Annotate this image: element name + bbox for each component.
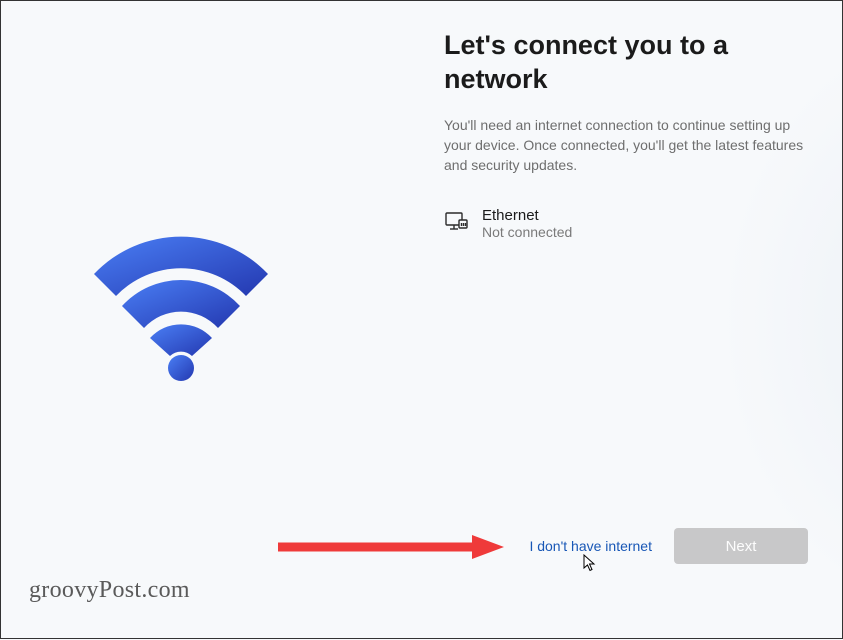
network-status: Not connected	[482, 224, 572, 240]
footer-area: groovyPost.com I don't have internet Nex…	[1, 560, 842, 600]
network-item-ethernet[interactable]: Ethernet Not connected	[444, 203, 804, 244]
skip-internet-link[interactable]: I don't have internet	[529, 538, 652, 554]
watermark-text: groovyPost.com	[29, 577, 190, 604]
arrow-annotation	[276, 534, 506, 560]
page-subtitle: You'll need an internet connection to co…	[444, 115, 804, 176]
network-text: Ethernet Not connected	[482, 207, 572, 240]
network-name: Ethernet	[482, 207, 572, 224]
ethernet-icon	[444, 209, 468, 233]
cursor-icon	[583, 554, 597, 572]
page-title: Let's connect you to a network	[444, 29, 804, 97]
content-panel: Let's connect you to a network You'll ne…	[444, 29, 804, 244]
wifi-icon	[86, 226, 276, 386]
next-button[interactable]: Next	[674, 528, 808, 564]
